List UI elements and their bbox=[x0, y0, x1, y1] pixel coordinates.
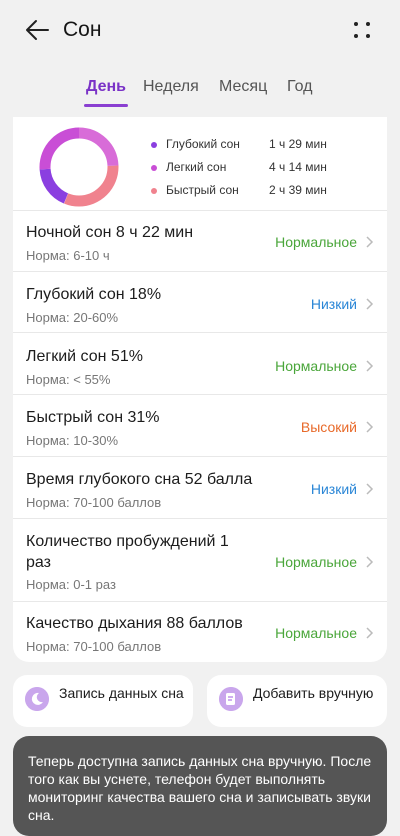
metric-norm: Норма: 10-30% bbox=[26, 433, 119, 448]
metric-norm: Норма: 70-100 баллов bbox=[26, 495, 162, 510]
metric-status: Нормальное bbox=[275, 625, 357, 641]
metric-title: Глубокий сон 18% bbox=[26, 286, 162, 303]
period-tabs: День Неделя Месяц Год bbox=[0, 78, 400, 108]
legend-label: Быстрый сон bbox=[166, 183, 239, 197]
chevron-right-icon bbox=[366, 483, 374, 495]
metric-status: Низкий bbox=[310, 481, 357, 497]
legend-value: 4 ч 14 мин bbox=[269, 160, 327, 174]
tab-year[interactable]: Год bbox=[287, 78, 312, 96]
metric-title: Быстрый сон 31% bbox=[26, 409, 160, 426]
legend-value: 2 ч 39 мин bbox=[269, 183, 327, 197]
metric-title: Качество дыхания 88 баллов bbox=[26, 615, 243, 632]
top-bar: Сон bbox=[0, 0, 400, 62]
moon-icon bbox=[25, 687, 49, 711]
legend-dot-icon bbox=[151, 188, 157, 194]
chevron-right-icon bbox=[366, 421, 374, 433]
sleep-details-card: Глубокий сон 1 ч 29 мин Легкий сон 4 ч 1… bbox=[13, 117, 387, 662]
note-edit-icon bbox=[219, 687, 243, 711]
metric-row-light-sleep[interactable]: Легкий сон 51% Норма: < 55% Нормальное bbox=[13, 332, 387, 395]
chevron-right-icon bbox=[366, 360, 374, 372]
legend-label: Глубокий сон bbox=[166, 137, 240, 151]
metric-title: Время глубокого сна 52 балла bbox=[26, 471, 253, 488]
metric-row-rem-sleep[interactable]: Быстрый сон 31% Норма: 10-30% Высокий bbox=[13, 394, 387, 457]
metric-status: Нормальное bbox=[275, 358, 357, 374]
page-title: Сон bbox=[63, 18, 102, 41]
record-sleep-data-button[interactable]: Запись данных сна bbox=[13, 675, 193, 727]
chevron-right-icon bbox=[366, 627, 374, 639]
legend-dot-icon bbox=[151, 165, 157, 171]
metric-status: Низкий bbox=[310, 296, 357, 312]
metric-norm: Норма: 0-1 раз bbox=[26, 577, 116, 592]
more-options-icon[interactable] bbox=[350, 18, 374, 42]
metric-title: Количество пробуждений 1 раз bbox=[26, 533, 229, 571]
chevron-right-icon bbox=[366, 236, 374, 248]
record-sleep-data-label: Запись данных сна bbox=[59, 685, 184, 701]
metric-row-night-sleep[interactable]: Ночной сон 8 ч 22 мин Норма: 6-10 ч Норм… bbox=[13, 210, 387, 272]
info-toast: Теперь доступна запись данных сна вручну… bbox=[13, 736, 387, 836]
metric-norm: Норма: 70-100 баллов bbox=[26, 639, 162, 654]
metric-title: Ночной сон 8 ч 22 мин bbox=[26, 224, 194, 241]
metric-row-awakenings[interactable]: Количество пробуждений 1 раз Норма: 0-1 … bbox=[13, 518, 387, 602]
chevron-right-icon bbox=[366, 298, 374, 310]
tab-day[interactable]: День bbox=[86, 78, 126, 96]
metric-norm: Норма: 6-10 ч bbox=[26, 248, 110, 263]
legend-value: 1 ч 29 мин bbox=[269, 137, 327, 151]
metric-status: Высокий bbox=[300, 419, 357, 435]
metric-norm: Норма: < 55% bbox=[26, 372, 111, 387]
chevron-right-icon bbox=[366, 556, 374, 568]
legend-dot-icon bbox=[151, 142, 157, 148]
add-manually-label: Добавить вручную bbox=[253, 685, 374, 701]
tab-week[interactable]: Неделя bbox=[143, 78, 199, 96]
toast-message: Теперь доступна запись данных сна вручну… bbox=[28, 753, 372, 823]
metric-row-deep-sleep-time[interactable]: Время глубокого сна 52 балла Норма: 70-1… bbox=[13, 456, 387, 519]
active-tab-indicator bbox=[84, 104, 128, 107]
metric-row-deep-sleep[interactable]: Глубокий сон 18% Норма: 20-60% Низкий bbox=[13, 271, 387, 333]
metric-norm: Норма: 20-60% bbox=[26, 310, 119, 325]
add-manually-button[interactable]: Добавить вручную bbox=[207, 675, 387, 727]
sleep-phases-donut-chart bbox=[39, 127, 119, 207]
back-arrow-icon[interactable] bbox=[22, 16, 52, 44]
metric-row-breathing-quality[interactable]: Качество дыхания 88 баллов Норма: 70-100… bbox=[13, 601, 387, 663]
tab-month[interactable]: Месяц bbox=[219, 78, 267, 96]
metric-title: Легкий сон 51% bbox=[26, 348, 143, 365]
legend-label: Легкий сон bbox=[166, 160, 227, 174]
metric-status: Нормальное bbox=[275, 234, 357, 250]
metric-status: Нормальное bbox=[275, 554, 357, 570]
